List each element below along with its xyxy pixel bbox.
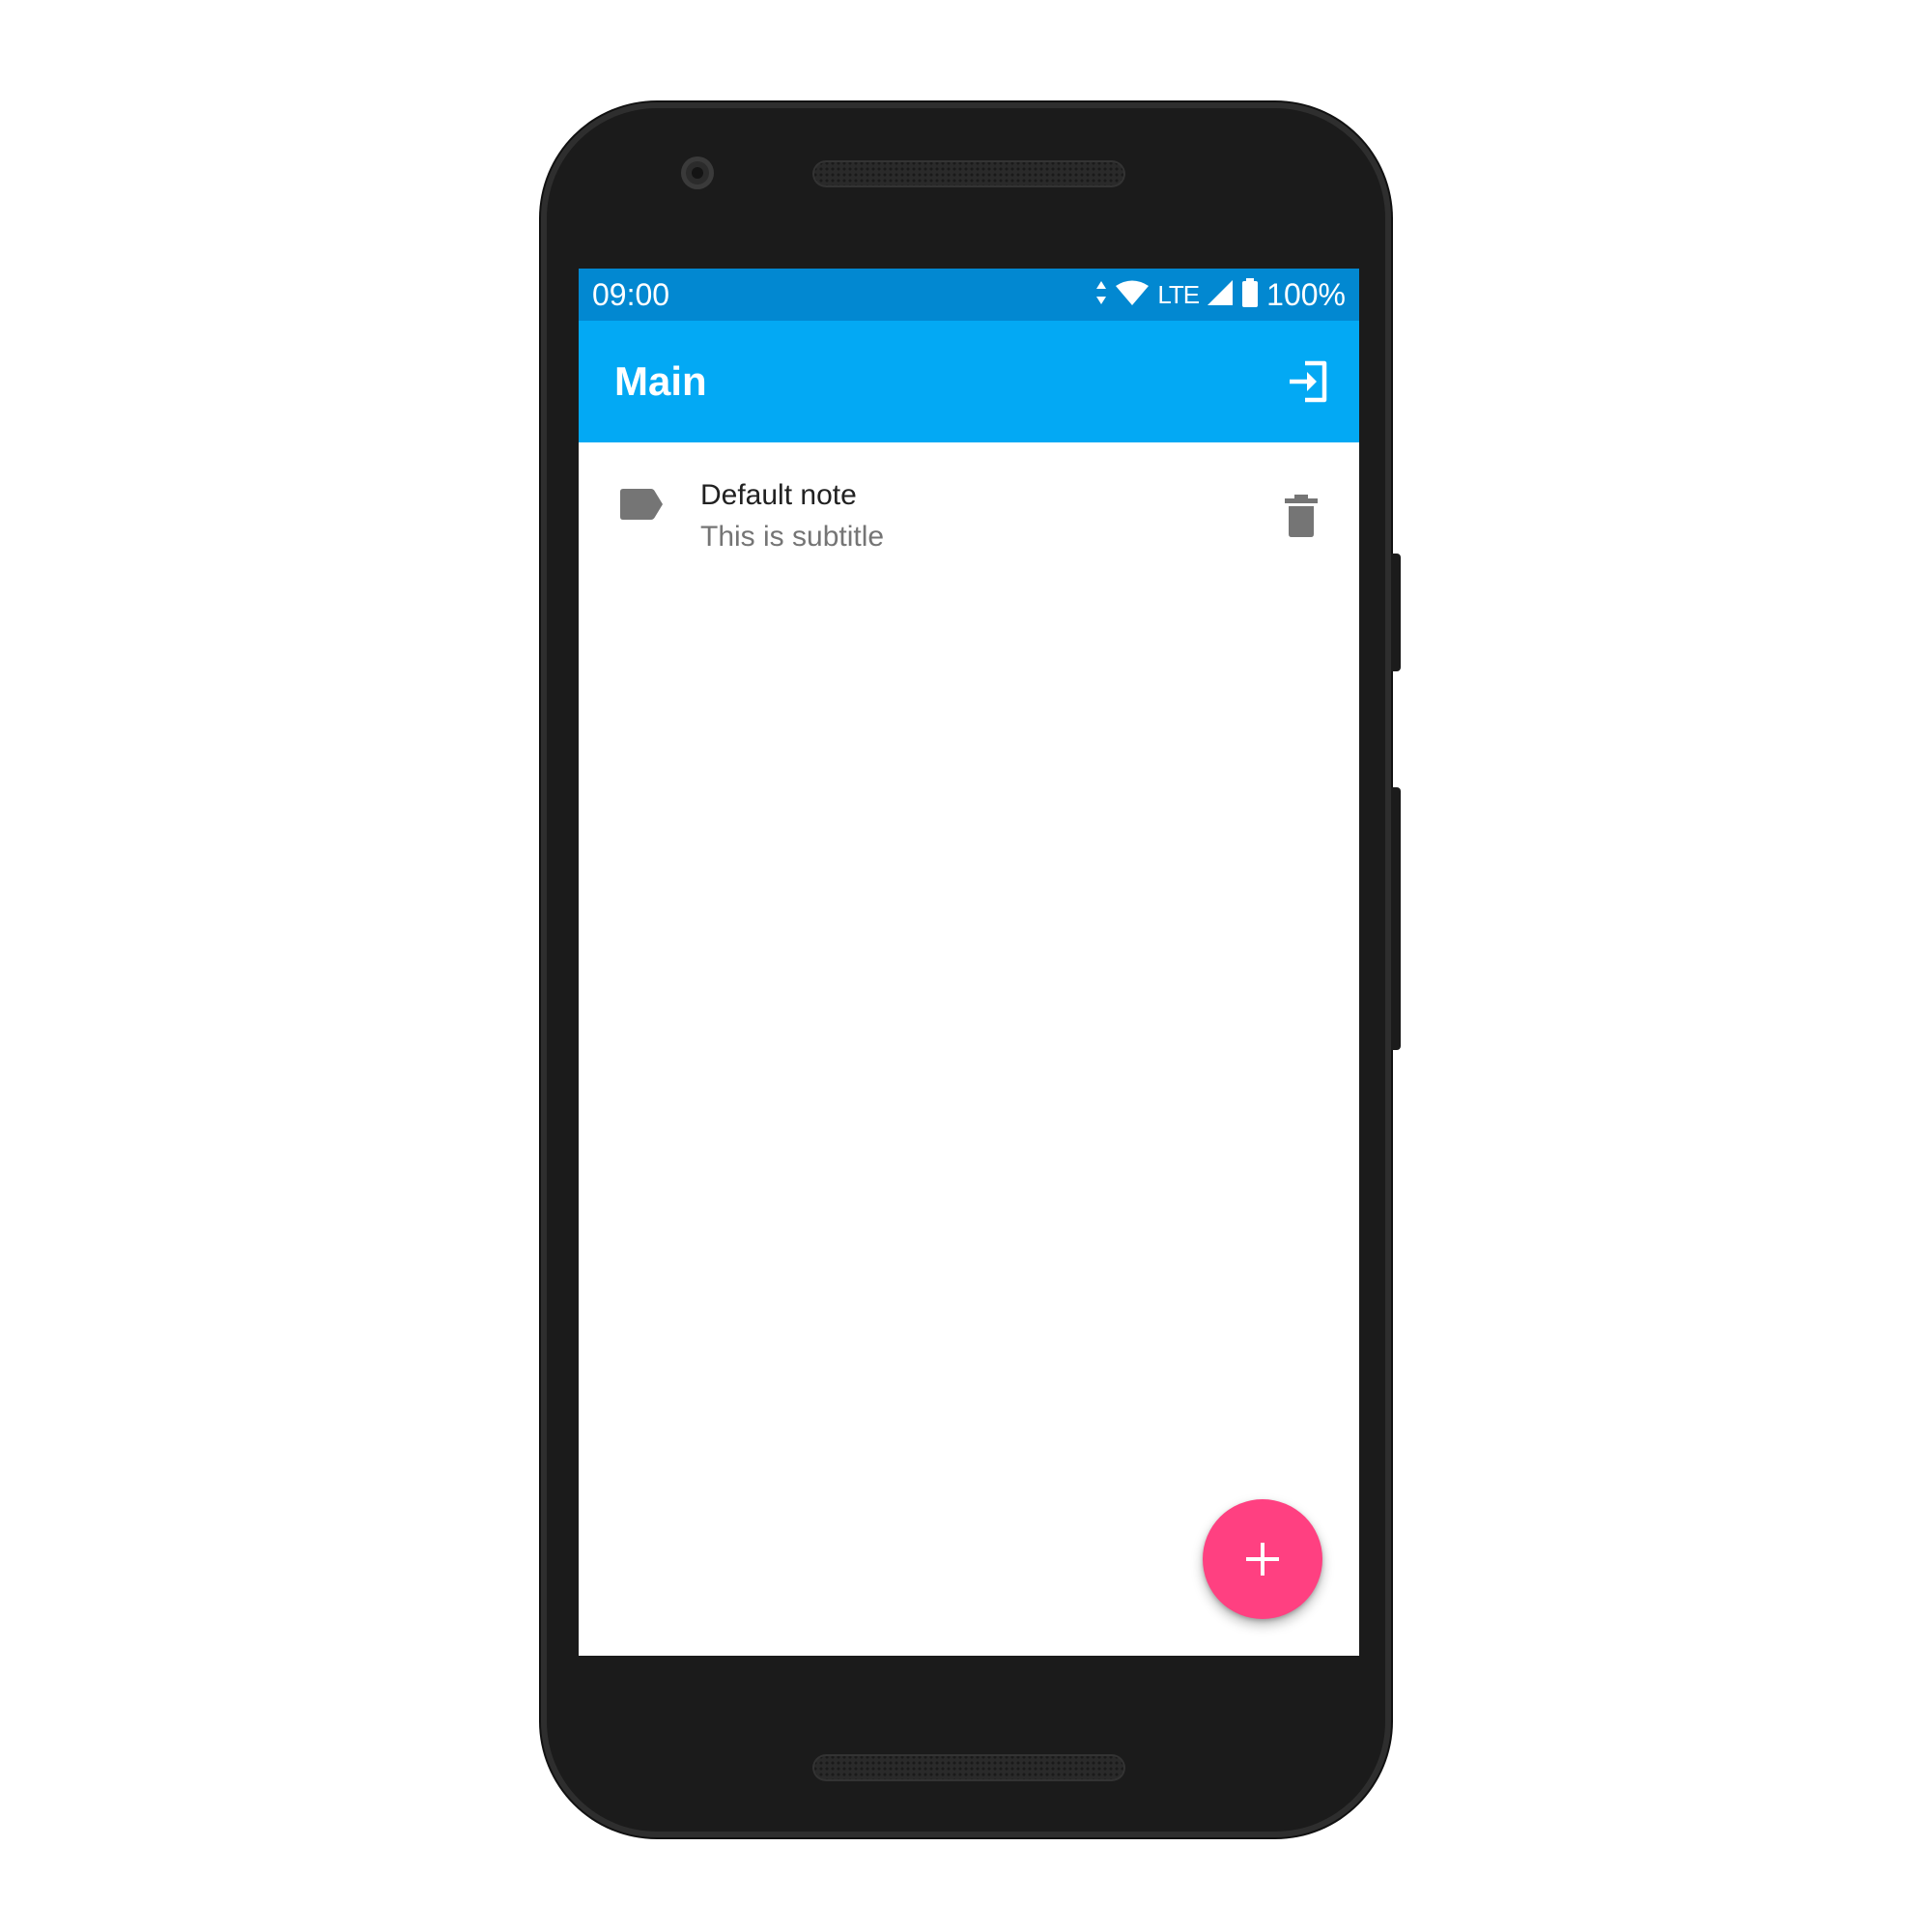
volume-button xyxy=(1391,787,1401,1050)
power-button xyxy=(1391,554,1401,671)
battery-percent: 100% xyxy=(1266,276,1346,312)
battery-icon xyxy=(1241,277,1259,312)
login-button[interactable] xyxy=(1284,357,1332,406)
list-item[interactable]: Default note This is subtitle xyxy=(579,442,1359,566)
login-icon xyxy=(1290,360,1327,403)
status-icons: LTE 100% xyxy=(1095,276,1346,313)
front-camera xyxy=(681,156,714,189)
status-bar: 09:00 LTE 100% xyxy=(579,269,1359,321)
top-speaker xyxy=(812,160,1125,187)
app-bar: Main xyxy=(579,321,1359,442)
device-stage: 09:00 LTE 100% Main Default note This is… xyxy=(0,0,1932,1932)
notes-list: Default note This is subtitle xyxy=(579,442,1359,566)
app-screen: 09:00 LTE 100% Main Default note This is… xyxy=(579,269,1359,1656)
add-note-button[interactable] xyxy=(1203,1499,1322,1619)
network-type: LTE xyxy=(1157,279,1200,309)
wifi-icon xyxy=(1115,279,1150,311)
data-arrows-icon xyxy=(1095,280,1107,310)
label-icon xyxy=(620,489,663,520)
note-title: Default note xyxy=(700,479,857,511)
delete-button[interactable] xyxy=(1282,493,1321,539)
add-icon xyxy=(1246,1543,1279,1576)
delete-icon xyxy=(1285,495,1318,537)
status-time: 09:00 xyxy=(592,277,670,312)
bottom-speaker xyxy=(812,1754,1125,1781)
cell-signal-icon xyxy=(1207,279,1234,311)
note-subtitle: This is subtitle xyxy=(700,521,885,553)
page-title: Main xyxy=(614,358,707,404)
